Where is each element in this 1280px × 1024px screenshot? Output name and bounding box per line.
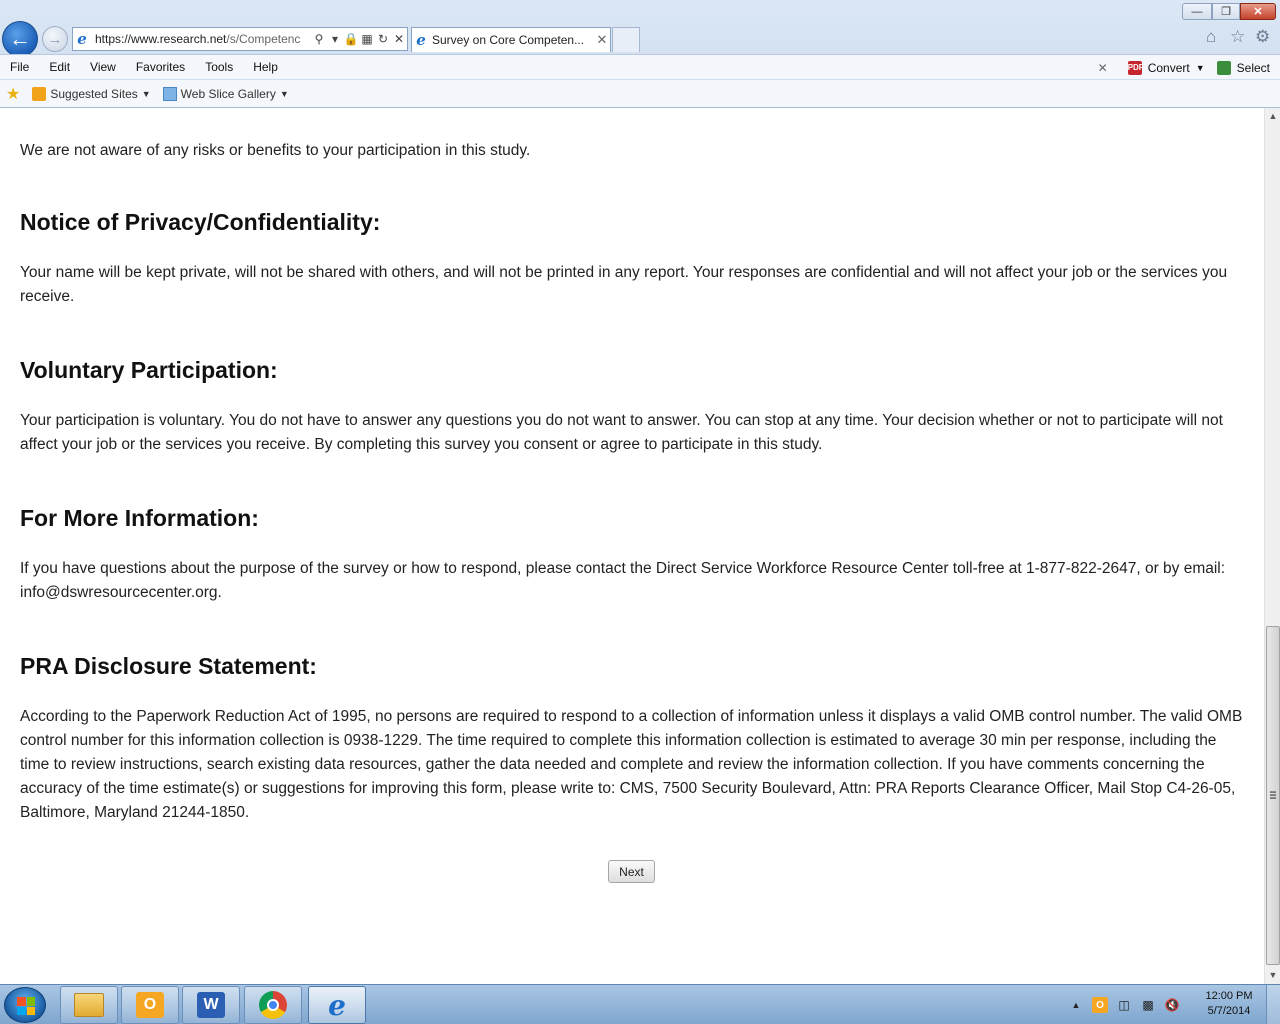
volume-muted-icon[interactable]: 🔇: [1164, 997, 1180, 1013]
taskbar-explorer[interactable]: [60, 986, 118, 1024]
minimize-button[interactable]: —: [1182, 3, 1212, 20]
browser-chrome: ← → e https://www.research.net/s/Compete…: [0, 0, 1280, 108]
addon-toolbar: ✕ PDF Convert ▼ Select: [1098, 55, 1270, 80]
tray-outlook-icon[interactable]: O: [1092, 997, 1108, 1013]
start-button[interactable]: [4, 987, 46, 1023]
heading-voluntary: Voluntary Participation:: [20, 357, 278, 383]
pdf-convert-icon: PDF: [1127, 60, 1144, 75]
taskbar-internet-explorer[interactable]: e: [308, 986, 366, 1024]
tab-survey[interactable]: e Survey on Core Competen... ✕: [411, 27, 611, 52]
lock-icon[interactable]: 🔒: [343, 32, 359, 46]
menu-file[interactable]: File: [0, 60, 39, 74]
search-icon[interactable]: ⚲: [311, 32, 327, 46]
scroll-up-arrow-icon[interactable]: ▲: [1265, 108, 1280, 125]
chrome-icon: [259, 991, 287, 1019]
heading-privacy: Notice of Privacy/Confidentiality:: [20, 209, 381, 235]
ie-tab-icon: e: [416, 31, 426, 49]
ie-icon: e: [328, 988, 346, 1022]
menu-favorites[interactable]: Favorites: [126, 60, 195, 74]
menu-edit[interactable]: Edit: [39, 60, 80, 74]
forward-button[interactable]: →: [42, 26, 68, 52]
suggested-sites-label: Suggested Sites: [50, 86, 138, 101]
address-url-host: https://www.research.net: [95, 32, 227, 46]
body-privacy: Your name will be kept private, will not…: [20, 264, 1228, 305]
chevron-down-icon: ▼: [141, 88, 151, 99]
network-icon[interactable]: ▩: [1140, 997, 1156, 1013]
favorites-add-icon: ★: [6, 85, 21, 103]
favorites-star-icon[interactable]: ☆: [1230, 27, 1245, 47]
address-url[interactable]: https://www.research.net/s/Competenc: [91, 32, 311, 46]
select-button[interactable]: Select: [1237, 61, 1270, 75]
outlook-icon: O: [136, 992, 164, 1018]
restore-button[interactable]: ❐: [1212, 3, 1240, 20]
system-tray: ▲ O ◫ ▩ 🔇: [1068, 985, 1180, 1024]
title-bar: ← → e https://www.research.net/s/Compete…: [0, 0, 1280, 57]
home-icon[interactable]: ⌂: [1206, 27, 1216, 47]
word-icon: W: [197, 992, 225, 1018]
next-button[interactable]: Next: [608, 860, 655, 883]
vertical-scrollbar[interactable]: ▲ ▬ ▬ ▬ ▼: [1264, 108, 1280, 984]
folder-icon: [74, 993, 104, 1017]
web-slice-gallery-label: Web Slice Gallery: [180, 86, 276, 101]
convert-dropdown-icon[interactable]: ▼: [1196, 63, 1205, 73]
body-pra: According to the Paperwork Reduction Act…: [20, 708, 1243, 821]
menu-tools[interactable]: Tools: [195, 60, 243, 74]
toolbar-close-icon[interactable]: ✕: [1098, 61, 1108, 75]
scroll-down-arrow-icon[interactable]: ▼: [1265, 967, 1280, 984]
taskbar-chrome[interactable]: [244, 986, 302, 1024]
intro-text: We are not aware of any risks or benefit…: [20, 142, 531, 159]
new-tab-button[interactable]: [612, 27, 640, 52]
menu-view[interactable]: View: [80, 60, 126, 74]
stop-icon[interactable]: ✕: [391, 32, 407, 46]
page-content: We are not aware of any risks or benefit…: [0, 108, 1264, 984]
taskbar: O W e ▲ O ◫ ▩ 🔇 12:00 PM 5/7/2014: [0, 984, 1280, 1024]
suggested-sites-icon: [32, 86, 47, 101]
favorites-add-button[interactable]: ★: [0, 84, 26, 104]
show-hidden-icons-icon[interactable]: ▲: [1068, 997, 1084, 1013]
dropdown-arrow-icon[interactable]: ▾: [327, 32, 343, 46]
body-voluntary: Your participation is voluntary. You do …: [20, 412, 1223, 453]
heading-more-info: For More Information:: [20, 505, 259, 531]
web-slice-gallery-button[interactable]: Web Slice Gallery ▼: [157, 86, 295, 101]
tab-title: Survey on Core Competen...: [432, 33, 585, 47]
windows-logo-icon: [17, 997, 35, 1015]
clock-time: 12:00 PM: [1205, 990, 1253, 1002]
taskbar-word[interactable]: W: [182, 986, 240, 1024]
menu-help[interactable]: Help: [243, 60, 288, 74]
chevron-down-icon: ▼: [279, 88, 289, 99]
arrow-right-icon: →: [47, 30, 63, 48]
ie-page-icon: e: [77, 30, 87, 48]
tab-close-icon[interactable]: ✕: [594, 32, 610, 48]
body-more-info: If you have questions about the purpose …: [20, 560, 1226, 601]
scroll-thumb[interactable]: ▬ ▬ ▬: [1266, 626, 1280, 965]
back-button[interactable]: ←: [2, 21, 38, 57]
address-bar[interactable]: e https://www.research.net/s/Competenc ⚲…: [72, 27, 408, 51]
gear-icon[interactable]: ⚙: [1255, 27, 1270, 47]
menu-bar: File Edit View Favorites Tools Help ✕ PD…: [0, 54, 1280, 79]
arrow-left-icon: ←: [9, 26, 31, 51]
close-window-button[interactable]: ✕: [1240, 3, 1276, 20]
address-url-path: /s/Competenc: [226, 32, 301, 46]
tray-device-icon[interactable]: ◫: [1116, 997, 1132, 1013]
taskbar-outlook[interactable]: O: [121, 986, 179, 1024]
heading-pra: PRA Disclosure Statement:: [20, 653, 317, 679]
select-icon: [1216, 60, 1231, 75]
suggested-sites-button[interactable]: Suggested Sites ▼: [26, 86, 156, 101]
show-desktop-button[interactable]: [1266, 985, 1280, 1024]
compat-view-icon[interactable]: ▦: [359, 32, 375, 46]
favorites-bar: ★ Suggested Sites ▼ Web Slice Gallery ▼: [0, 80, 1280, 107]
convert-button[interactable]: Convert: [1148, 61, 1190, 75]
web-slice-icon: [162, 86, 177, 101]
refresh-icon[interactable]: ↻: [375, 32, 391, 46]
clock[interactable]: 12:00 PM 5/7/2014: [1196, 989, 1262, 1019]
scroll-grip-icon: ▬ ▬ ▬: [1270, 789, 1276, 801]
clock-date: 5/7/2014: [1207, 1005, 1251, 1017]
